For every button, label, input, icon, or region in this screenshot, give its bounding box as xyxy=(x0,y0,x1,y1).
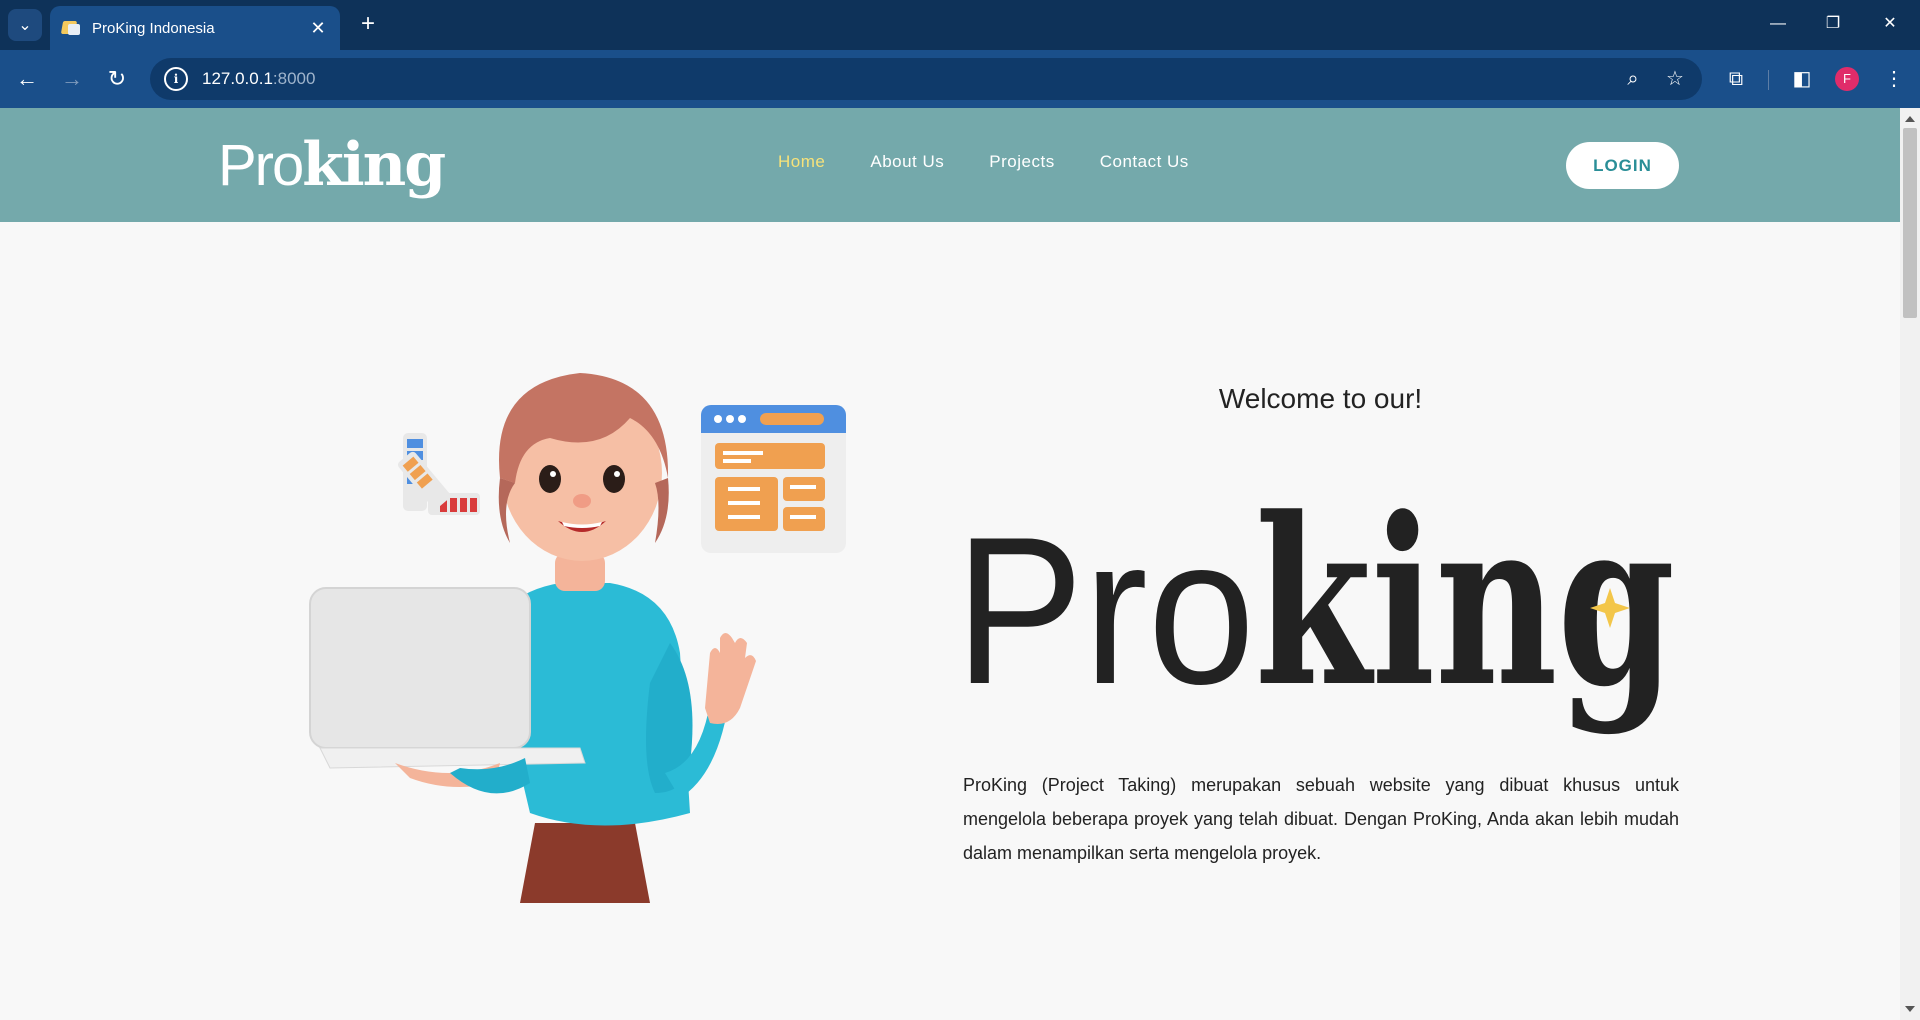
url-text[interactable]: 127.0.0.1:8000 xyxy=(202,69,1604,89)
welcome-heading: Welcome to our! xyxy=(1218,383,1423,414)
browser-tab[interactable]: ProKing Indonesia ✕ xyxy=(50,6,340,50)
nav-projects[interactable]: Projects xyxy=(989,152,1054,172)
nav-about-us[interactable]: About Us xyxy=(870,152,944,172)
site-logo[interactable]: Proking xyxy=(218,130,446,200)
color-swatch-icon xyxy=(398,433,480,515)
reload-button[interactable]: ↻ xyxy=(101,63,133,95)
brand-light-part: Pro xyxy=(955,493,1255,728)
toolbar-divider xyxy=(1768,70,1769,90)
scroll-down-arrow-icon[interactable] xyxy=(1905,1006,1915,1012)
nav-home[interactable]: Home xyxy=(778,152,825,172)
new-tab-button[interactable]: + xyxy=(354,10,382,38)
bookmark-star-icon[interactable]: ☆ xyxy=(1662,66,1688,92)
extensions-icon[interactable]: ⧉ xyxy=(1722,65,1750,93)
tab-search-button[interactable]: ⌄ xyxy=(8,9,42,41)
logo-heavy-part: king xyxy=(302,130,446,200)
menu-kebab-icon[interactable]: ⋮ xyxy=(1880,65,1908,93)
hero-description: ProKing (Project Taking) merupakan sebua… xyxy=(963,775,1679,863)
logo-light-part: Pro xyxy=(218,133,304,198)
site-header: Proking Home About Us Projects Contact U… xyxy=(0,108,1900,222)
browser-card-icon xyxy=(701,405,846,553)
browser-tab-strip: ⌄ ProKing Indonesia ✕ + — ❐ ✕ xyxy=(0,0,1920,50)
back-button[interactable]: ← xyxy=(11,63,43,95)
side-panel-icon[interactable]: ◧ xyxy=(1788,65,1816,93)
profile-avatar[interactable]: F xyxy=(1835,67,1859,91)
page-scrollbar[interactable] xyxy=(1900,108,1920,1020)
chevron-down-icon: ⌄ xyxy=(18,17,32,34)
minimize-button[interactable]: — xyxy=(1758,8,1798,40)
browser-toolbar: ← → ↻ i 127.0.0.1:8000 ⌕ ☆ ⧉ ◧ ⋮ xyxy=(0,50,1920,108)
folder-favicon-icon xyxy=(62,21,80,35)
scroll-up-arrow-icon[interactable] xyxy=(1905,116,1915,122)
address-bar[interactable]: i 127.0.0.1:8000 ⌕ ☆ xyxy=(150,58,1702,100)
nav-contact-us[interactable]: Contact Us xyxy=(1100,152,1189,172)
restore-button[interactable]: ❐ xyxy=(1813,8,1853,40)
main-nav: Home About Us Projects Contact Us xyxy=(778,152,1189,172)
forward-button[interactable]: → xyxy=(56,63,88,95)
scroll-thumb[interactable] xyxy=(1903,128,1917,318)
page-viewport: Proking Home About Us Projects Contact U… xyxy=(0,108,1900,1020)
site-info-icon[interactable]: i xyxy=(164,67,188,91)
zoom-icon[interactable]: ⌕ xyxy=(1620,66,1646,92)
close-window-button[interactable]: ✕ xyxy=(1870,8,1910,40)
login-button[interactable]: LOGIN xyxy=(1566,142,1679,189)
url-port: :8000 xyxy=(272,69,316,88)
tab-title: ProKing Indonesia xyxy=(92,19,215,37)
hero-illustration xyxy=(309,373,846,903)
close-tab-icon[interactable]: ✕ xyxy=(308,18,328,39)
hero-brand-logo: Pro king xyxy=(955,473,1675,738)
url-host: 127.0.0.1 xyxy=(202,69,273,88)
